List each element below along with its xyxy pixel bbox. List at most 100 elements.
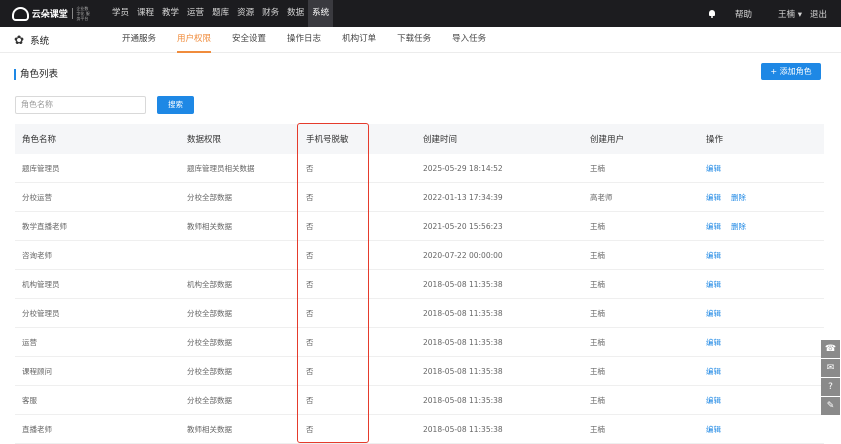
sub-tab[interactable]: 导入任务 bbox=[452, 27, 486, 53]
table-row: 机构管理员 机构全部数据否 2018-05-08 11:35:38 王楠 编辑 bbox=[15, 270, 824, 299]
header-data-permission: 数据权限 bbox=[187, 135, 222, 145]
cell-actions: 编辑 删除 bbox=[706, 192, 746, 203]
table-row: 分校运营 分校全部数据否 2022-01-13 17:34:39 高老师 编辑 删除 bbox=[15, 183, 824, 212]
sub-tab[interactable]: 开通服务 bbox=[122, 27, 156, 53]
cell-role-name: 题库管理员 bbox=[22, 163, 60, 173]
cell-actions: 编辑 bbox=[706, 337, 721, 348]
sub-tab[interactable]: 机构订单 bbox=[342, 27, 376, 53]
edit-link[interactable]: 编辑 bbox=[706, 395, 721, 406]
user-menu[interactable]: 王楠 ▾ bbox=[778, 8, 802, 20]
cell-creator: 王楠 bbox=[590, 395, 605, 405]
phone-mask-column-highlight bbox=[297, 123, 369, 443]
help-icon[interactable]: ? bbox=[821, 378, 840, 396]
cell-creator: 王楠 bbox=[590, 163, 605, 173]
bell-icon[interactable] bbox=[707, 9, 717, 19]
sub-tab[interactable]: 用户权限 bbox=[177, 27, 212, 53]
cell-creator: 高老师 bbox=[590, 192, 613, 202]
phone-icon[interactable]: ☎ bbox=[821, 340, 840, 358]
sub-tab[interactable]: 下载任务 bbox=[397, 27, 431, 53]
page-title: ✿ 系统 bbox=[14, 33, 49, 47]
cell-created-time: 2025-05-29 18:14:52 bbox=[423, 163, 503, 173]
edit-link[interactable]: 编辑 bbox=[706, 192, 721, 203]
cell-data-permission: 分校全部数据 bbox=[187, 308, 232, 318]
cell-created-time: 2018-05-08 11:35:38 bbox=[423, 424, 503, 434]
sub-tab[interactable]: 安全设置 bbox=[232, 27, 266, 53]
cell-data-permission: 教师相关数据 bbox=[187, 424, 232, 434]
topnav-item[interactable]: 财务 bbox=[258, 0, 283, 27]
edit-link[interactable]: 编辑 bbox=[706, 279, 721, 290]
cell-role-name: 咨询老师 bbox=[22, 250, 52, 260]
edit-link[interactable]: 编辑 bbox=[706, 366, 721, 377]
table-row: 课程顾问 分校全部数据否 2018-05-08 11:35:38 王楠 编辑 bbox=[15, 357, 824, 386]
topnav-item[interactable]: 教学 bbox=[158, 0, 183, 27]
section-title: 角色列表 bbox=[14, 69, 58, 80]
topnav-item[interactable]: 学员 bbox=[108, 0, 133, 27]
table-row: 题库管理员 题库管理员相关数据否 2025-05-29 18:14:52 王楠 编辑 bbox=[15, 154, 824, 183]
page-title-label: 系统 bbox=[30, 36, 50, 47]
topnav-item[interactable]: 资源 bbox=[233, 0, 258, 27]
brand-logo[interactable]: 云朵课堂 企业数字化 服务平台 bbox=[12, 4, 92, 23]
delete-link[interactable]: 删除 bbox=[731, 221, 746, 232]
edit-link[interactable]: 编辑 bbox=[706, 424, 721, 435]
table-row: 分校管理员 分校全部数据否 2018-05-08 11:35:38 王楠 编辑 bbox=[15, 299, 824, 328]
cell-actions: 编辑 bbox=[706, 366, 721, 377]
search-button[interactable]: 搜索 bbox=[157, 96, 194, 114]
topnav-item[interactable]: 运营 bbox=[183, 0, 208, 27]
cell-data-permission: 分校全部数据 bbox=[187, 337, 232, 347]
cell-created-time: 2018-05-08 11:35:38 bbox=[423, 337, 503, 347]
cell-created-time: 2022-01-13 17:34:39 bbox=[423, 192, 503, 202]
table-row: 教学直播老师 教师相关数据否 2021-05-20 15:56:23 王楠 编辑 删除 bbox=[15, 212, 824, 241]
cell-role-name: 分校管理员 bbox=[22, 308, 60, 318]
edit-link[interactable]: 编辑 bbox=[706, 308, 721, 319]
sub-tab[interactable]: 操作日志 bbox=[287, 27, 321, 53]
cell-role-name: 课程顾问 bbox=[22, 366, 52, 376]
cell-data-permission: 分校全部数据 bbox=[187, 395, 232, 405]
cell-creator: 王楠 bbox=[590, 308, 605, 318]
edit-link[interactable]: 编辑 bbox=[706, 250, 721, 261]
sub-navbar: ✿ 系统 开通服务 用户权限 安全设置 操作日志 机构订单 下载任务 导入任务 bbox=[0, 27, 841, 53]
cell-actions: 编辑 bbox=[706, 250, 721, 261]
main-menu: 学员 课程 教学 运营 题库 资源 财务 数据 系统 bbox=[108, 0, 334, 27]
table-header: 角色名称 数据权限 手机号脱敏 创建时间 创建用户 操作 bbox=[15, 124, 824, 154]
role-name-search-input[interactable]: 角色名称 bbox=[15, 96, 146, 114]
cell-actions: 编辑 bbox=[706, 424, 721, 435]
sub-tabs: 开通服务 用户权限 安全设置 操作日志 机构订单 下载任务 导入任务 bbox=[122, 27, 507, 53]
header-role-name: 角色名称 bbox=[22, 135, 57, 145]
delete-link[interactable]: 删除 bbox=[731, 192, 746, 203]
cell-created-time: 2018-05-08 11:35:38 bbox=[423, 366, 503, 376]
cell-creator: 王楠 bbox=[590, 424, 605, 434]
cell-role-name: 机构管理员 bbox=[22, 279, 60, 289]
cell-data-permission: 机构全部数据 bbox=[187, 279, 232, 289]
table-row: 直播老师 教师相关数据否 2018-05-08 11:35:38 王楠 编辑 bbox=[15, 415, 824, 444]
logout-link[interactable]: 退出 bbox=[810, 8, 827, 20]
edit-link[interactable]: 编辑 bbox=[706, 221, 721, 232]
cell-role-name: 直播老师 bbox=[22, 424, 52, 434]
table-row: 咨询老师否 2020-07-22 00:00:00 王楠 编辑 bbox=[15, 241, 824, 270]
cell-creator: 王楠 bbox=[590, 337, 605, 347]
cell-actions: 编辑 bbox=[706, 395, 721, 406]
edit-icon[interactable]: ✎ bbox=[821, 397, 840, 415]
logo-text: 云朵课堂 bbox=[31, 10, 68, 20]
edit-link[interactable]: 编辑 bbox=[706, 337, 721, 348]
edit-link[interactable]: 编辑 bbox=[706, 163, 721, 174]
header-actions: 操作 bbox=[706, 135, 724, 145]
add-role-button[interactable]: + 添加角色 bbox=[761, 63, 821, 80]
cell-creator: 王楠 bbox=[590, 366, 605, 376]
cell-created-time: 2018-05-08 11:35:38 bbox=[423, 279, 503, 289]
help-link[interactable]: 帮助 bbox=[735, 8, 752, 20]
table-body: 题库管理员 题库管理员相关数据否 2025-05-29 18:14:52 王楠 编辑 分校… bbox=[15, 154, 824, 444]
topnav-item[interactable]: 数据 bbox=[283, 0, 308, 27]
cell-role-name: 分校运营 bbox=[22, 192, 52, 202]
topnav-item[interactable]: 题库 bbox=[208, 0, 233, 27]
role-table: 角色名称 数据权限 手机号脱敏 创建时间 创建用户 操作 题库管理员 题库管理员相… bbox=[15, 124, 824, 444]
topnav-item[interactable]: 课程 bbox=[133, 0, 158, 27]
cell-data-permission: 教师相关数据 bbox=[187, 221, 232, 231]
mail-icon[interactable]: ✉ bbox=[821, 359, 840, 377]
cell-created-time: 2020-07-22 00:00:00 bbox=[423, 250, 503, 260]
topnav-item[interactable]: 系统 bbox=[308, 0, 334, 27]
cell-actions: 编辑 bbox=[706, 163, 721, 174]
cell-creator: 王楠 bbox=[590, 250, 605, 260]
header-creator: 创建用户 bbox=[590, 135, 625, 145]
top-right-area: 帮助 王楠 ▾ 退出 bbox=[707, 0, 841, 27]
cell-creator: 王楠 bbox=[590, 221, 605, 231]
